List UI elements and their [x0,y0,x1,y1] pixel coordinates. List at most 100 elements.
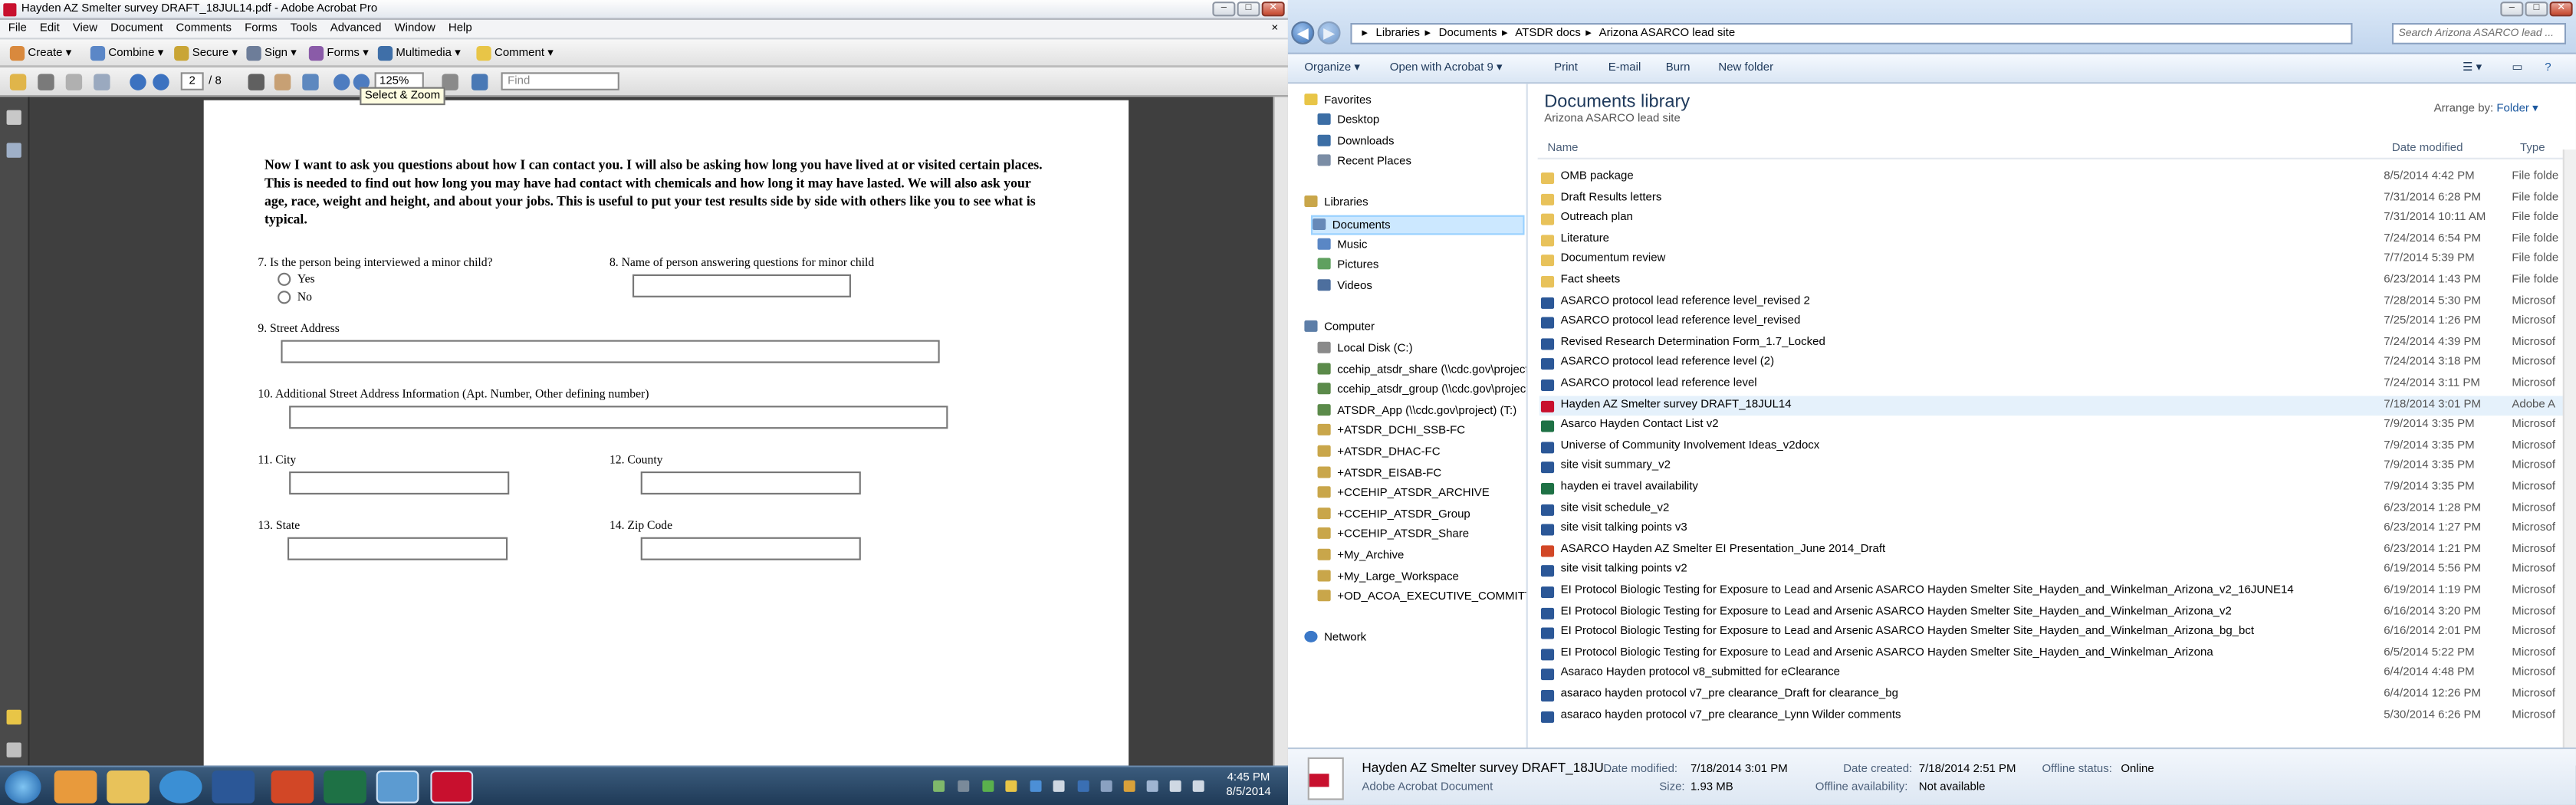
back-arrow-icon[interactable]: ◀ [1291,21,1315,44]
nav-drive-item[interactable]: +My_Archive [1317,547,1404,567]
taskbar-word-icon[interactable] [212,770,255,803]
network-tray-icon[interactable] [1169,780,1181,792]
nav-drive-item[interactable]: +CCEHIP_ATSDR_Group [1317,506,1470,526]
street-address-field[interactable] [281,340,940,363]
file-row[interactable]: site visit talking points v3 6/23/2014 1:… [1539,520,2570,540]
nav-drive-item[interactable]: +CCEHIP_ATSDR_Share [1317,527,1469,547]
nav-documents[interactable]: Documents [1310,215,1525,235]
folder-row[interactable]: Documentum review 7/7/2014 5:39 PM File fo… [1539,251,2570,271]
state-field[interactable] [287,537,508,560]
secure-button[interactable]: Secure ▾ [174,39,238,67]
nav-drive-item[interactable]: +CCEHIP_ATSDR_ARCHIVE [1317,485,1490,505]
folder-row[interactable]: Literature 7/24/2014 6:54 PM File folde [1539,230,2570,251]
file-row[interactable]: asaraco hayden protocol v7_pre clearance… [1539,685,2570,706]
forms-button[interactable]: Forms ▾ [308,39,369,67]
file-row[interactable]: Asaraco Hayden protocol v8_submitted for… [1539,665,2570,685]
preview-pane-icon[interactable]: ▭ [2512,54,2522,84]
county-field[interactable] [640,471,861,495]
sign-button[interactable]: Sign ▾ [246,39,297,67]
email-icon[interactable] [94,74,110,90]
nav-libraries[interactable]: Libraries [1304,194,1368,214]
open-icon[interactable] [9,74,27,90]
minimize-button[interactable]: – [1212,2,1236,17]
search-input[interactable]: Search Arizona ASARCO lead ... [2391,22,2567,44]
nav-music[interactable]: Music [1317,237,1367,257]
tray-icon-6[interactable] [1053,780,1065,792]
menu-help[interactable]: Help [449,23,472,34]
open-with-button[interactable]: Open with Acrobat 9 ▾ [1390,54,1503,84]
folder-row[interactable]: Draft Results letters 7/31/2014 6:28 PM Fi… [1539,189,2570,209]
document-close-button[interactable]: × [1271,20,1278,40]
file-row[interactable]: Revised Research Determination Form_1.7_… [1539,334,2570,354]
menu-view[interactable]: View [73,23,97,34]
maximize-button[interactable]: □ [1237,2,1260,17]
arrange-by[interactable]: Arrange by: Folder ▾ [2434,102,2538,115]
multimedia-button[interactable]: Multimedia ▾ [377,39,461,67]
tray-icon-1[interactable] [933,780,945,792]
file-row[interactable]: ASARCO Hayden AZ Smelter EI Presentation… [1539,540,2570,561]
full-screen-icon[interactable] [471,74,488,90]
file-row[interactable]: ASARCO protocol lead reference level 7/24… [1539,375,2570,396]
page-number-input[interactable]: 2 [180,72,204,90]
radio-yes[interactable] [278,272,291,286]
print-button[interactable]: Print [1554,54,1578,84]
taskbar-powerpoint-icon[interactable] [271,770,314,803]
file-row[interactable]: ASARCO protocol lead reference level (2)… [1539,354,2570,375]
arrange-by-value[interactable]: Folder ▾ [2496,104,2538,115]
attachments-panel-icon[interactable] [6,742,21,757]
nav-drive-item[interactable]: +My_Large_Workspace [1317,568,1459,588]
organize-button[interactable]: Organize ▾ [1304,54,1360,84]
nav-pictures[interactable]: Pictures [1317,256,1378,276]
nav-network[interactable]: Network [1304,629,1366,649]
nav-recent-places[interactable]: Recent Places [1317,153,1411,172]
document-viewport[interactable]: Now I want to ask you questions about ho… [29,97,1273,766]
nav-videos[interactable]: Videos [1317,278,1372,297]
nav-downloads[interactable]: Downloads [1317,133,1394,153]
folder-row[interactable]: Fact sheets 6/23/2014 1:43 PM File folde [1539,271,2570,292]
marquee-zoom-icon[interactable] [302,74,319,90]
column-date-modified[interactable]: Date modified [2392,143,2463,154]
taskbar-clock[interactable]: 4:45 PM 8/5/2014 [1216,770,1282,800]
taskbar-acrobat-icon[interactable] [430,770,474,803]
nav-drive-item[interactable]: ccehip_atsdr_group (\\cdc.gov\project) [1317,382,1526,402]
file-row[interactable]: ASARCO protocol lead reference level_rev… [1539,313,2570,334]
file-row[interactable]: ASARCO protocol lead reference level_rev… [1539,292,2570,313]
tray-icon-5[interactable] [1030,780,1042,792]
breadcrumb-libraries[interactable]: Libraries [1376,28,1421,39]
file-row[interactable]: Hayden AZ Smelter survey DRAFT_18JUL14 7/… [1539,395,2570,416]
city-field[interactable] [289,471,510,495]
help-icon[interactable]: ? [2545,54,2551,84]
nav-favorites[interactable]: Favorites [1304,92,1372,112]
address-bar[interactable]: ▸ Libraries ▸ Documents ▸ ATSDR docs ▸ Ariz… [1350,22,2353,44]
file-row[interactable]: asaraco hayden protocol v7_pre clearance… [1539,706,2570,727]
zoom-out-icon[interactable] [333,74,350,90]
file-row[interactable]: EI Protocol Biologic Testing for Exposur… [1539,582,2570,603]
comments-panel-icon[interactable] [6,709,21,724]
bluetooth-icon[interactable] [1077,780,1089,792]
tray-icon-10[interactable] [1146,780,1158,792]
nav-drive-item[interactable]: Local Disk (C:) [1317,340,1413,360]
file-row[interactable]: hayden ei travel availability 7/9/2014 3:… [1539,478,2570,499]
breadcrumb-arizona-asarco[interactable]: Arizona ASARCO lead site [1599,28,1736,39]
nav-drive-item[interactable]: +ATSDR_DHAC-FC [1317,444,1441,464]
nav-drive-item[interactable]: +OD_ACOA_EXECUTIVE_COMMITTEE- [1317,589,1526,609]
close-button[interactable]: ✕ [1261,2,1285,17]
menu-advanced[interactable]: Advanced [330,23,382,34]
signatures-panel-icon[interactable] [6,143,21,158]
tray-icon-3[interactable] [982,780,994,792]
breadcrumb-atsdr-docs[interactable]: ATSDR docs [1515,28,1581,39]
taskbar-excel-icon[interactable] [324,770,366,803]
pages-panel-icon[interactable] [6,110,21,125]
next-page-icon[interactable] [153,74,169,90]
file-row[interactable]: site visit talking points v2 6/19/2014 5:… [1539,561,2570,582]
menu-edit[interactable]: Edit [40,23,60,34]
tray-icon-9[interactable] [1123,780,1135,792]
nav-drive-item[interactable]: +ATSDR_EISAB-FC [1317,465,1441,485]
select-tool-icon[interactable] [248,74,264,90]
menu-forms[interactable]: Forms [245,23,278,34]
taskbar-app-icon[interactable] [54,770,97,803]
column-type[interactable]: Type [2520,143,2545,154]
menu-window[interactable]: Window [394,23,435,34]
file-row[interactable]: site visit schedule_v2 6/23/2014 1:28 PM M… [1539,499,2570,520]
folder-row[interactable]: Outreach plan 7/31/2014 10:11 AM File fold… [1539,209,2570,230]
